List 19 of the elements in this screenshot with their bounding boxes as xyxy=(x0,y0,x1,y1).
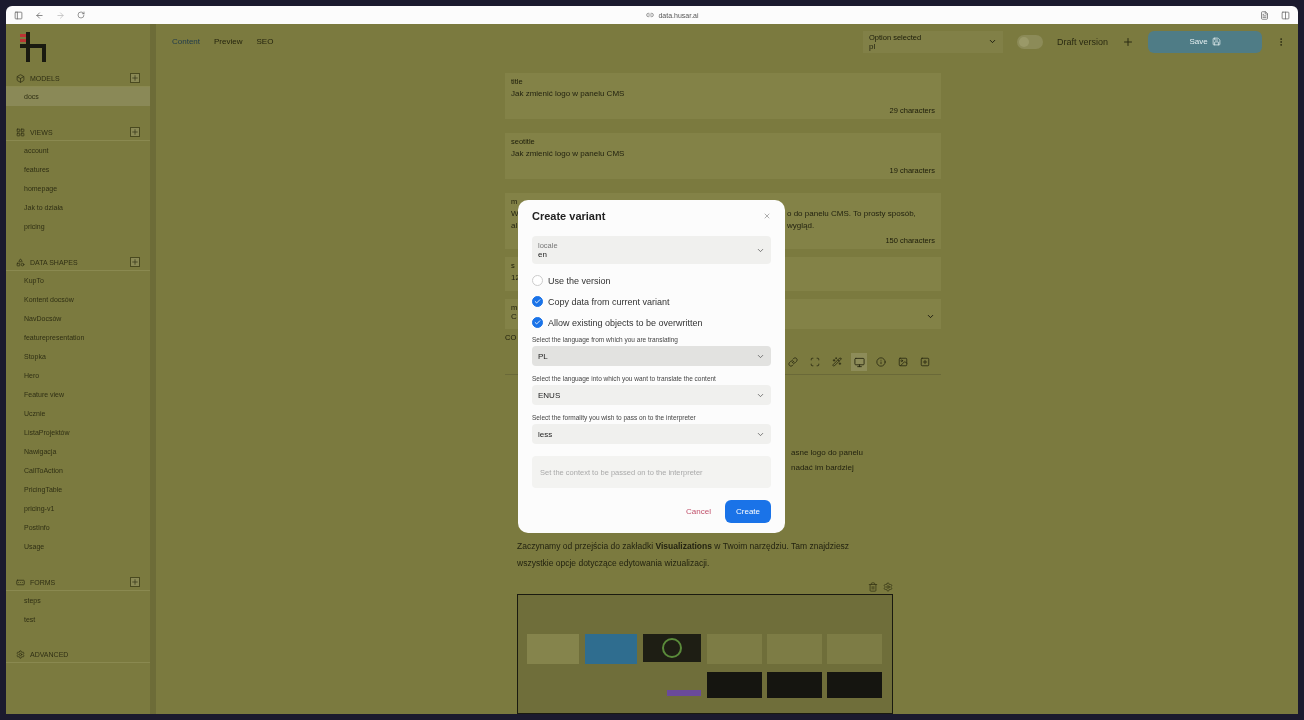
select-value: en xyxy=(538,250,548,259)
field-text: al xyxy=(511,221,518,230)
field-text: wygląd. xyxy=(787,221,815,230)
checkbox-label: Allow existing objects to be overwritten xyxy=(548,317,703,328)
checkbox-label: Use the version xyxy=(548,275,611,286)
paragraph-text: Zaczynamy od przejścia do zakładki Visualizations w Twoim narzędziu. Tam znajdziesz wszystkie opcje dotyczące edytowania wizualizacji. xyxy=(517,540,851,570)
select-value: PL xyxy=(538,351,549,361)
field-value: Jak zmienić logo w panelu CMS xyxy=(511,149,626,158)
paragraph-text: nadać im bardziej xyxy=(791,463,854,472)
checkbox-label: Copy data from current variant xyxy=(548,296,670,307)
draft-label: Draft version xyxy=(1056,36,1108,47)
select-value: less xyxy=(538,429,554,439)
paragraph-text: asne logo do panelu xyxy=(791,448,864,457)
dialog-title: Create variant xyxy=(532,210,606,222)
field-text: W xyxy=(511,209,519,218)
select-value: ENUS xyxy=(538,390,562,400)
field-text: o do panelu CMS. To prosty sposób, xyxy=(787,209,916,218)
field-value: Jak zmienić logo w panelu CMS xyxy=(511,89,626,98)
select-value: pl xyxy=(868,41,876,51)
